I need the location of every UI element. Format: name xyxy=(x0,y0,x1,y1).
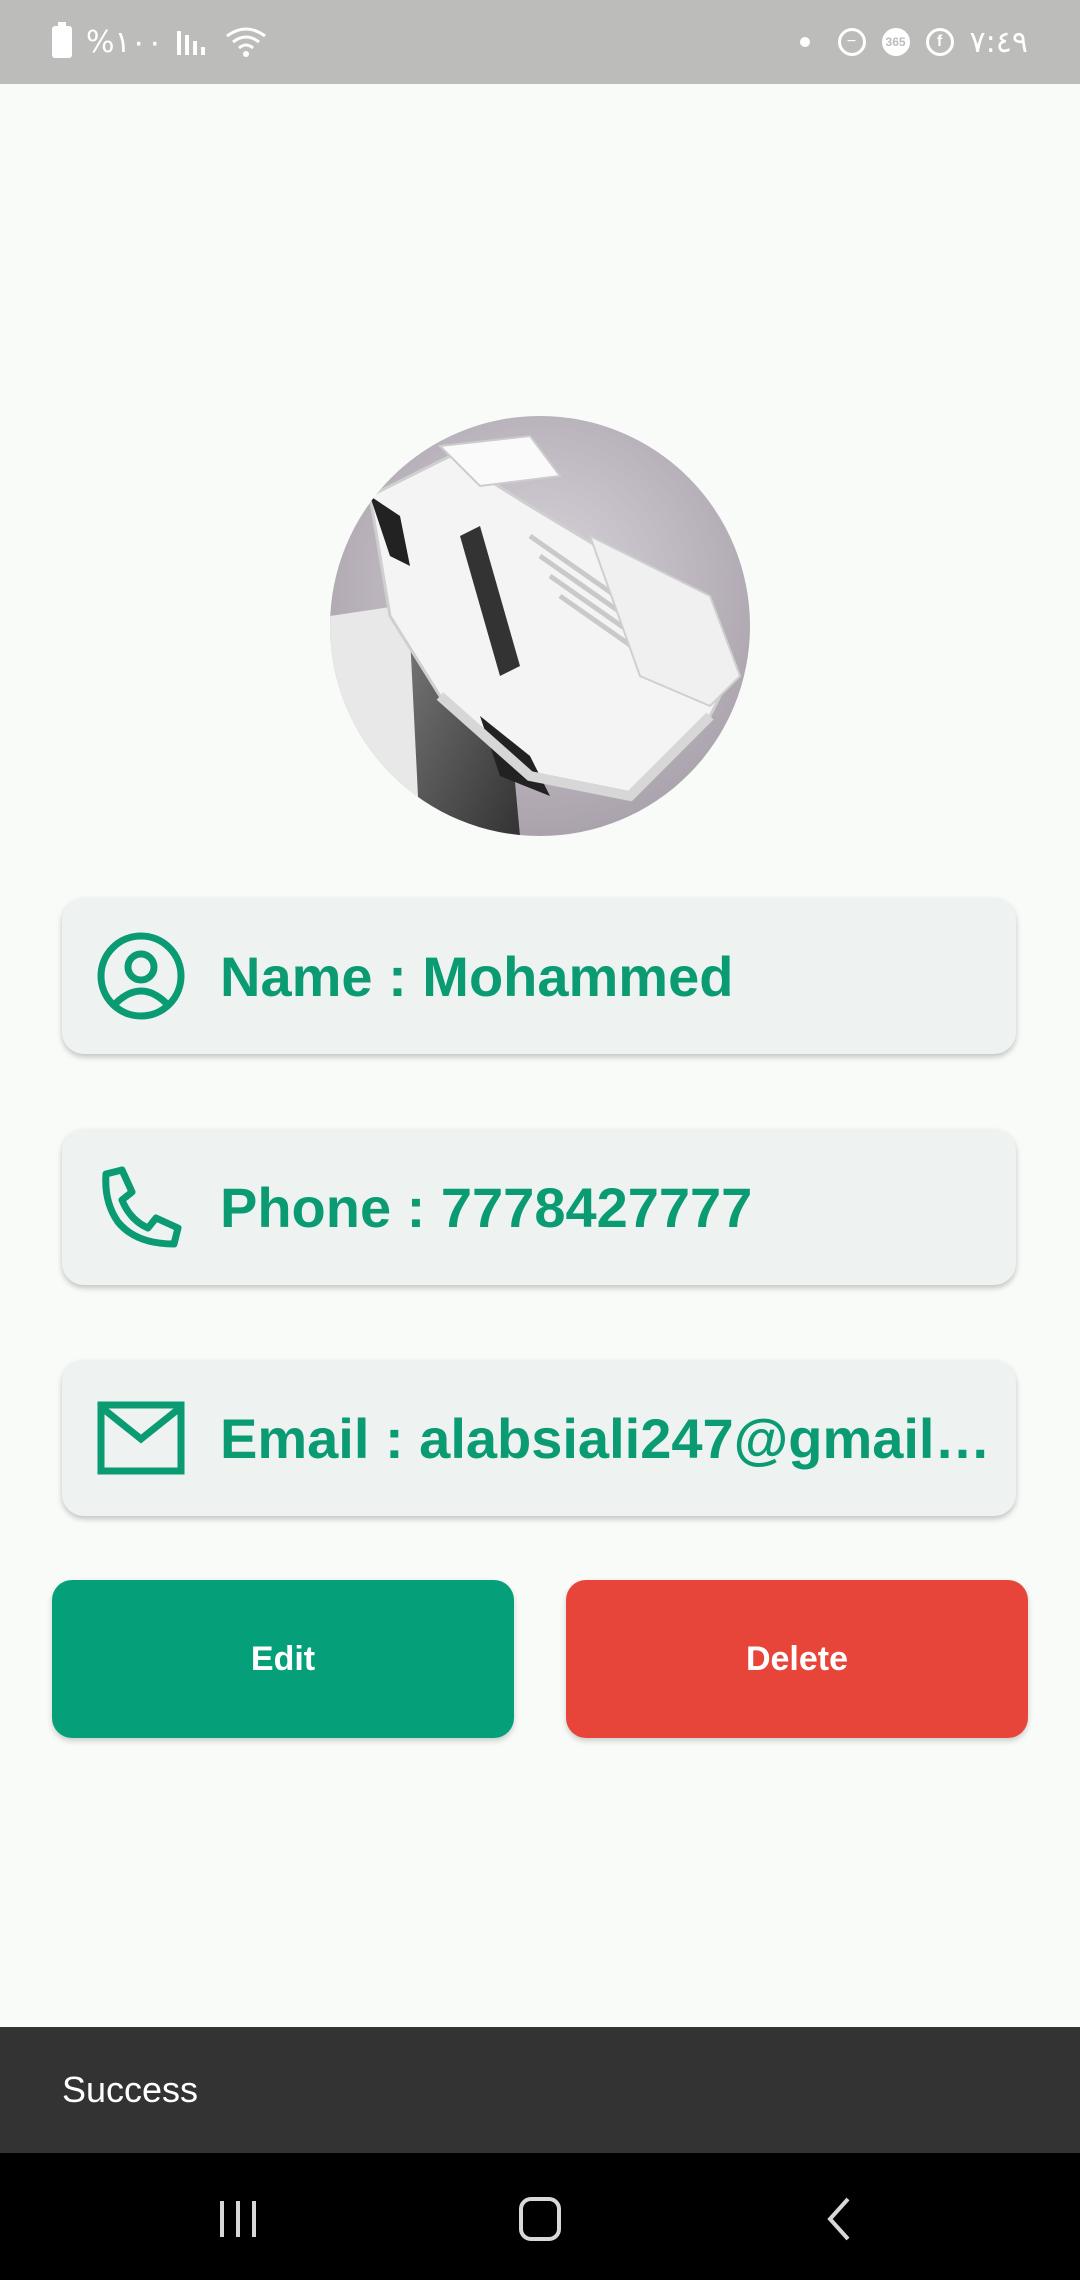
recent-apps-button[interactable] xyxy=(214,2197,264,2241)
snackbar-message: Success xyxy=(62,2069,199,2110)
email-text: Email : alabsiali247@gmail.com xyxy=(220,1406,1000,1470)
profile-avatar xyxy=(330,416,750,836)
sneaker-photo xyxy=(330,416,750,836)
dnd-icon: − xyxy=(837,28,866,56)
mail-icon xyxy=(97,1401,185,1475)
status-left: %١٠٠ xyxy=(52,0,267,84)
phone-text: Phone : 7778427777 xyxy=(220,1175,753,1239)
snackbar: Success xyxy=(0,2027,1080,2153)
email-card: Email : alabsiali247@gmail.com xyxy=(62,1360,1016,1516)
account-circle-icon xyxy=(97,932,185,1020)
battery-icon xyxy=(52,22,72,58)
phone-card: Phone : 7778427777 xyxy=(62,1129,1016,1285)
delete-button[interactable]: Delete xyxy=(566,1580,1028,1738)
clock: ٧:٤٩ xyxy=(969,24,1028,60)
wifi-icon xyxy=(225,27,266,57)
battery-percent: %١٠٠ xyxy=(86,24,163,60)
edit-button[interactable]: Edit xyxy=(52,1580,514,1738)
status-bar: %١٠٠ − 365 f ٧:٤٩ xyxy=(0,0,1080,84)
facebook-icon: f xyxy=(925,28,954,56)
notification-dot-icon xyxy=(799,37,810,47)
status-right: − 365 f ٧:٤٩ xyxy=(799,0,1028,84)
home-button[interactable] xyxy=(515,2195,565,2243)
name-text: Name : Mohammed xyxy=(220,944,734,1008)
signal-icon xyxy=(176,31,205,55)
name-card: Name : Mohammed xyxy=(62,898,1016,1054)
office-365-icon: 365 xyxy=(881,28,910,56)
back-button[interactable] xyxy=(820,2195,860,2243)
navigation-bar xyxy=(0,2153,1080,2280)
phone-icon xyxy=(102,1166,182,1248)
